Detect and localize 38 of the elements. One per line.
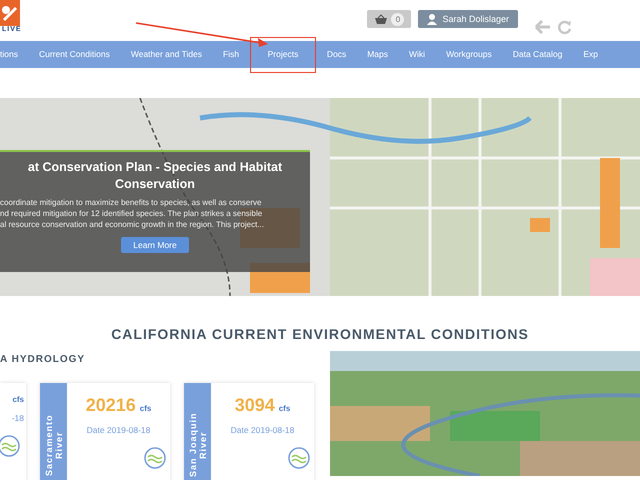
hero-description: coordinate mitigation to maximize benefits to species, as well as conserve — [0, 197, 262, 208]
cart-button[interactable]: 0 — [367, 10, 412, 28]
reading-date: -18 — [12, 413, 24, 423]
nav-link[interactable]: Exp — [572, 41, 609, 68]
cart-count: 0 — [391, 12, 404, 26]
nav-link[interactable]: Docs — [316, 41, 357, 68]
river-name: Sacramento River — [44, 413, 64, 478]
flow-unit: cfs — [140, 404, 152, 413]
hero-description: al resource conservation and economic growth in the region. This project... — [0, 219, 264, 230]
nav-link[interactable]: Data Catalog — [502, 41, 573, 68]
river-name: San Joaquin River — [188, 412, 208, 480]
back-arrow-icon[interactable] — [535, 20, 551, 34]
nav-link[interactable]: Wiki — [398, 41, 436, 68]
flow-value: 20216 — [86, 395, 136, 416]
person-icon — [427, 14, 438, 24]
nav-link[interactable]: Current Conditions — [28, 41, 120, 68]
hero-title: Conservation — [115, 176, 195, 193]
flow-value: 3094 — [234, 395, 275, 416]
nav-link[interactable]: Workgroups — [436, 41, 502, 68]
reading-date: Date 2019-08-18 — [230, 425, 294, 435]
refresh-icon[interactable] — [557, 20, 572, 35]
hero-description: nd required mitigation for 12 identified species. The plan strikes a sensible — [0, 208, 264, 219]
nav-link[interactable]: Fish — [212, 41, 250, 68]
hero-title: at Conservation Plan - Species and Habitat — [28, 159, 282, 176]
subsection-heading: A HYDROLOGY — [0, 354, 86, 365]
flow-unit: cfs — [278, 404, 290, 413]
section-heading: CALIFORNIA CURRENT ENVIRONMENTAL CONDITIONS — [110, 326, 530, 344]
wave-icon — [288, 447, 310, 469]
learn-more-button[interactable]: Learn More — [121, 237, 189, 253]
basket-icon — [374, 14, 388, 24]
flow-unit: cfs — [12, 395, 24, 404]
wave-icon — [144, 447, 166, 469]
nav-link[interactable]: tions — [0, 41, 28, 68]
nav-link[interactable]: Maps — [356, 41, 398, 68]
nav-link[interactable]: Projects — [250, 41, 316, 68]
user-button[interactable]: Sarah Dolislager — [418, 10, 518, 28]
reading-date: Date 2019-08-18 — [86, 425, 150, 435]
nav-link[interactable]: Weather and Tides — [120, 41, 213, 68]
